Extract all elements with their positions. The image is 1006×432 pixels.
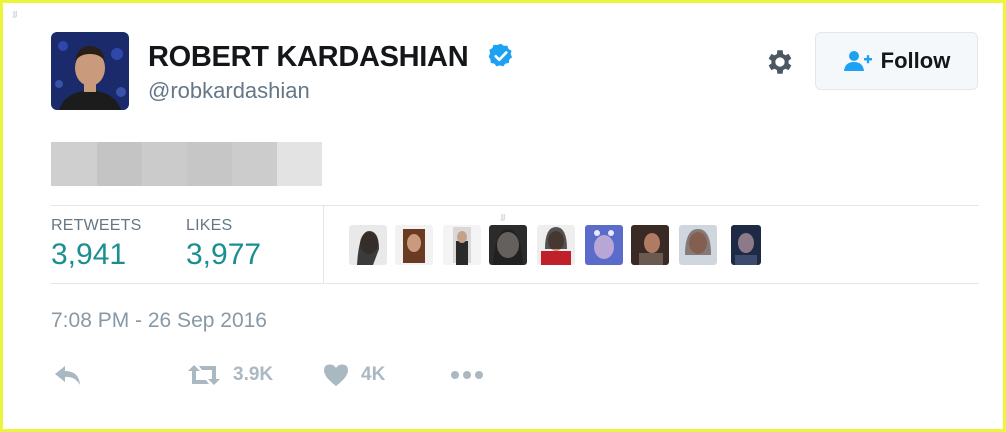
verified-badge-icon [488, 43, 513, 67]
reply-icon [55, 366, 80, 385]
liker-avatar[interactable] [537, 225, 575, 265]
more-icon [451, 371, 483, 379]
liker-avatar[interactable] [631, 225, 669, 265]
blurred-tweet-text [51, 142, 322, 186]
likes-count[interactable]: 3,977 [186, 238, 261, 272]
watermark: JJ [13, 10, 18, 18]
retweet-icon [188, 365, 220, 385]
divider [323, 206, 324, 283]
follow-label: Follow [880, 48, 951, 73]
author-name[interactable]: ROBERT KARDASHIAN [148, 41, 469, 74]
avatar[interactable] [51, 32, 129, 110]
like-button[interactable]: 4K [323, 360, 385, 390]
liker-avatar[interactable] [585, 225, 623, 265]
gear-icon[interactable] [764, 46, 796, 78]
retweets-count[interactable]: 3,941 [51, 238, 126, 272]
liker-avatar[interactable] [349, 225, 387, 265]
liker-avatar[interactable] [443, 225, 481, 265]
liker-avatar[interactable] [395, 225, 433, 265]
divider [51, 205, 979, 206]
retweets-label: RETWEETS [51, 217, 142, 234]
liker-avatar[interactable] [489, 225, 527, 265]
tweet-timestamp[interactable]: 7:08 PM - 26 Sep 2016 [51, 309, 267, 333]
author-handle[interactable]: @robkardashian [148, 78, 310, 104]
watermark: JJ [501, 213, 506, 221]
like-count: 4K [361, 364, 386, 385]
likes-label: LIKES [186, 217, 233, 234]
liker-avatar[interactable] [679, 225, 717, 265]
retweet-count: 3.9K [233, 364, 274, 385]
follow-button[interactable]: Follow [815, 32, 978, 90]
more-button[interactable] [450, 360, 484, 390]
divider [51, 283, 979, 284]
tweet-card: JJ JJ ROBERT KARDASHIAN @robkardashian F… [0, 0, 1006, 432]
reply-button[interactable] [53, 360, 83, 390]
add-user-icon [843, 51, 872, 71]
retweet-button[interactable]: 3.9K [187, 360, 273, 390]
liker-avatar[interactable] [731, 225, 761, 265]
heart-icon [324, 364, 348, 386]
